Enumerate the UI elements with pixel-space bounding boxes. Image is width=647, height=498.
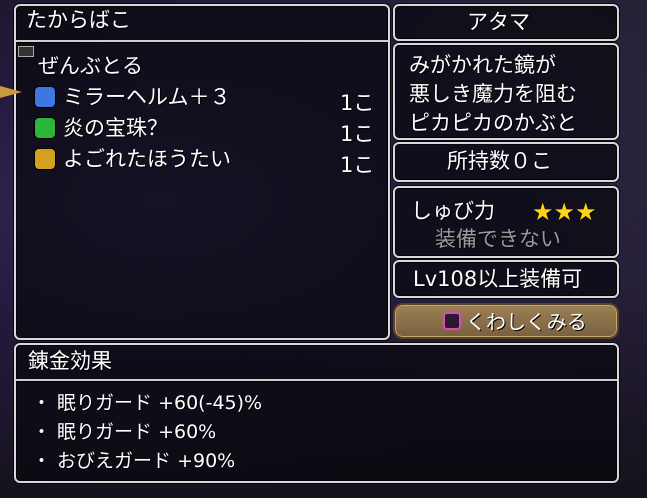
item-qty: 1こ — [340, 91, 375, 115]
level-requirement: Lv108以上装備可 — [413, 267, 583, 291]
list-item[interactable]: よごれたほうたい 1こ — [34, 147, 380, 177]
item-name: 炎の宝珠？ — [63, 116, 168, 140]
alchemy-title: 錬金効果 — [28, 349, 112, 373]
take-all-option[interactable]: ぜんぶとる — [38, 56, 143, 77]
chest-title-divider — [16, 40, 388, 42]
list-item[interactable]: 炎の宝珠？ 1こ — [34, 116, 380, 146]
alchemy-effect: ・ 眠りガード +60(-45)% — [32, 392, 263, 414]
envelope-icon — [18, 46, 34, 57]
description-line: ピカピカのかぶと — [409, 111, 577, 135]
helmet-icon — [34, 86, 56, 108]
square-button-icon — [443, 312, 461, 330]
item-name: ミラーヘルム＋３ — [63, 85, 231, 109]
details-button[interactable]: くわしくみる — [393, 303, 619, 339]
description-line: 悪しき魔力を阻む — [409, 82, 577, 106]
alchemy-effect: ・ 眠りガード +60% — [32, 421, 217, 443]
cursor-pointer-icon — [0, 86, 22, 98]
item-qty: 1こ — [340, 153, 375, 177]
orb-icon — [34, 117, 56, 139]
owned-count-label: 所持数０こ — [447, 149, 552, 173]
equip-status: 装備できない — [435, 227, 561, 251]
bandage-icon — [34, 148, 56, 170]
description-line: みがかれた鏡が — [409, 53, 556, 77]
item-name: よごれたほうたい — [63, 147, 231, 171]
alchemy-title-divider — [16, 379, 617, 381]
details-button-label: くわしくみる — [466, 310, 587, 334]
defense-label: しゅび力 — [411, 199, 495, 223]
list-item[interactable]: ミラーヘルム＋３ 1こ — [34, 85, 380, 115]
alchemy-effect: ・ おびえガード +90% — [32, 450, 236, 472]
item-qty: 1こ — [340, 122, 375, 146]
rating-stars: ★★★ — [532, 198, 597, 226]
chest-title: たからばこ — [26, 8, 131, 32]
category-label: アタマ — [467, 10, 530, 34]
